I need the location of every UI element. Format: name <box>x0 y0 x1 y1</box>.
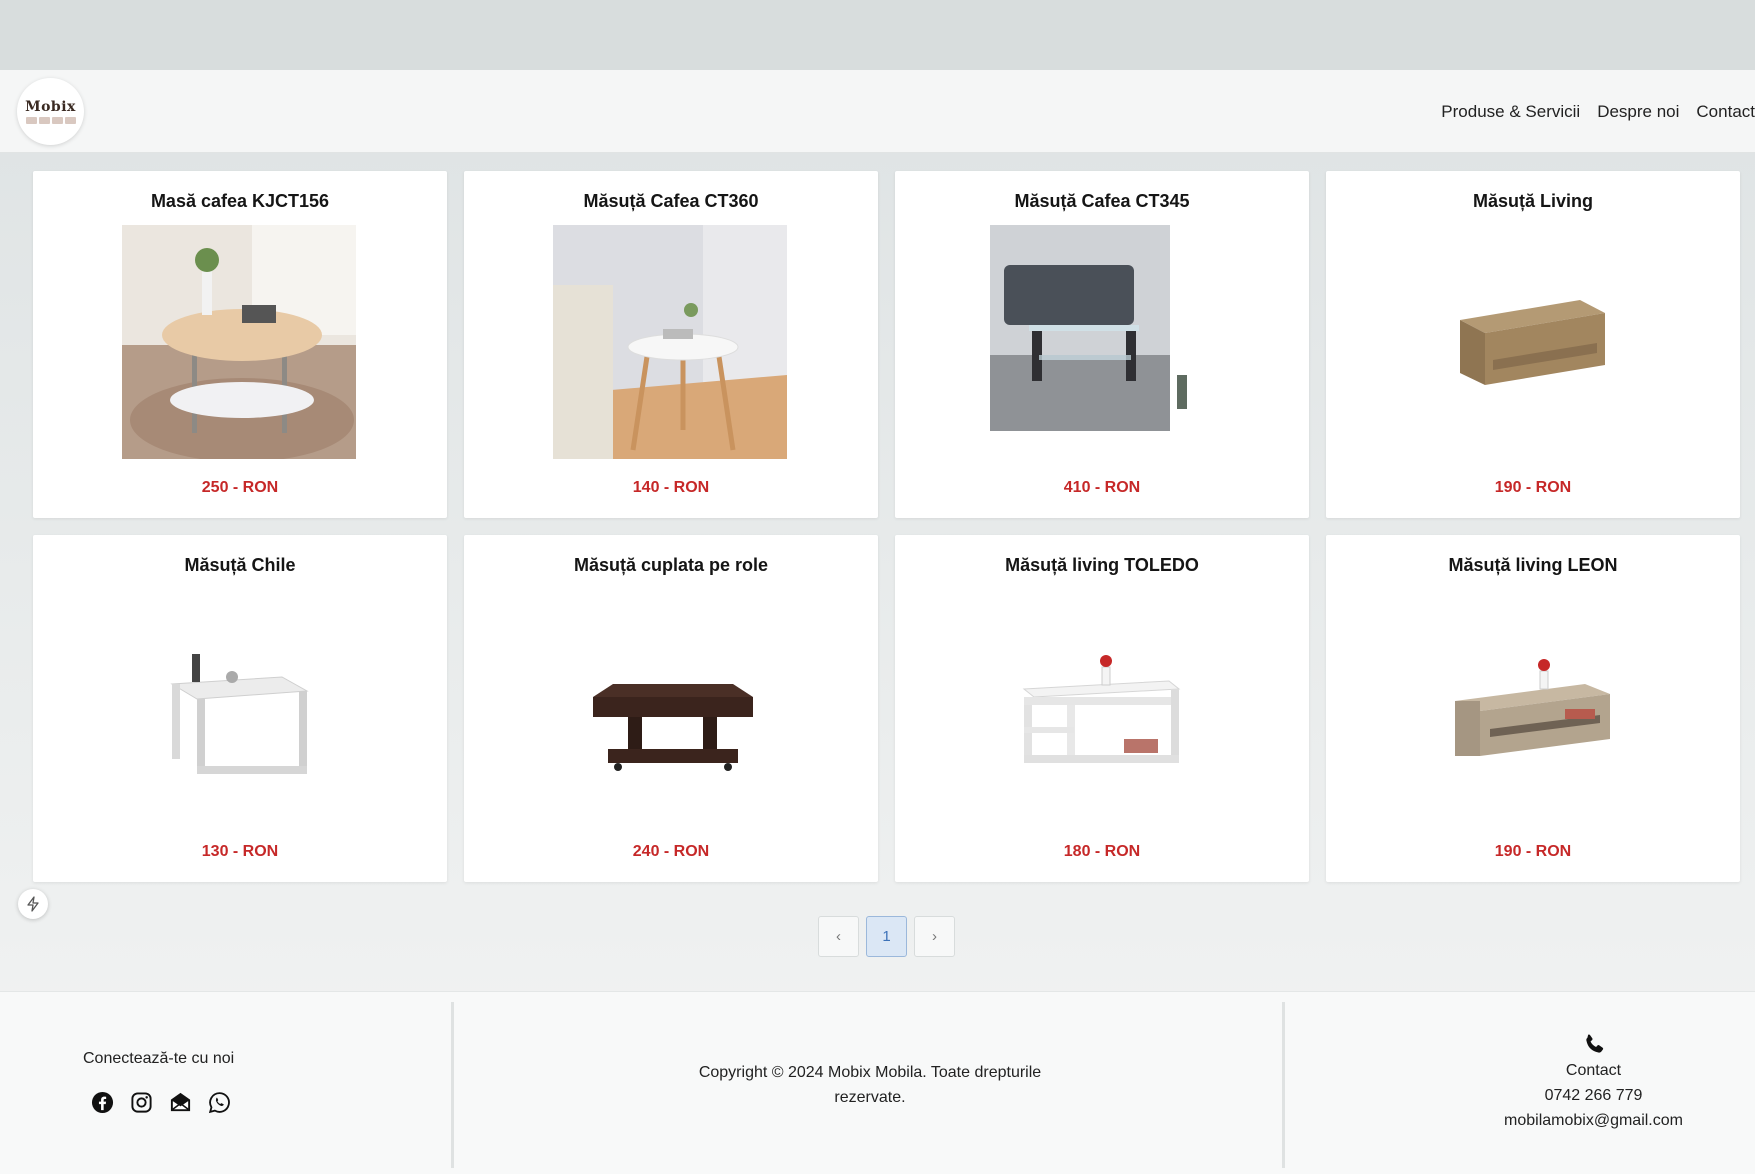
product-image[interactable] <box>984 589 1218 823</box>
product-price: 250 - RON <box>201 479 279 496</box>
whatsapp-icon[interactable] <box>208 1091 231 1114</box>
navbar: Mobix Produse & Servicii Despre noi Cont… <box>0 70 1755 153</box>
product-title: Măsuță cuplata pe role <box>573 555 769 575</box>
contact-block: Contact 0742 266 779 mobilamobix@gmail.c… <box>1445 1032 1742 1133</box>
contact-email[interactable]: mobilamobix@gmail.com <box>1445 1108 1742 1133</box>
previous-page-button[interactable]: ‹ <box>818 916 859 957</box>
product-card[interactable]: Măsuță Living 190 - RON <box>1326 171 1740 518</box>
footer: Conectează-te cu noi Copyright © 2024 Mo… <box>0 991 1755 1174</box>
product-card[interactable]: Măsuță living LEON 190 - RON <box>1326 535 1740 882</box>
product-card[interactable]: Măsuță Cafea CT360 140 - RON <box>464 171 878 518</box>
next-page-button[interactable]: › <box>914 916 955 957</box>
nav-contact[interactable]: Contact <box>1696 102 1755 122</box>
copyright-text: Copyright © 2024 Mobix Mobila. Toate dre… <box>698 1064 1042 1106</box>
connect-title: Conectează-te cu noi <box>83 1050 235 1067</box>
phone-icon <box>1585 1034 1603 1053</box>
product-image[interactable] <box>984 225 1218 459</box>
mobix-logo[interactable]: Mobix <box>17 78 84 145</box>
product-card[interactable]: Măsuță Chile 130 - RON <box>33 535 447 882</box>
page-1-button[interactable]: 1 <box>866 916 907 957</box>
product-price: 240 - RON <box>632 843 710 860</box>
product-title: Măsuță Cafea CT360 <box>583 191 759 211</box>
contact-label: Contact <box>1565 1062 1622 1079</box>
top-band <box>0 0 1755 70</box>
footer-divider <box>1282 1002 1285 1168</box>
product-card[interactable]: Măsuță cuplata pe role 240 - RON <box>464 535 878 882</box>
product-image[interactable] <box>1415 589 1649 823</box>
footer-divider <box>451 1002 454 1168</box>
product-price: 190 - RON <box>1494 479 1572 496</box>
product-price: 130 - RON <box>201 843 279 860</box>
product-card[interactable]: Masă cafea KJCT156 250 - RON <box>33 171 447 518</box>
lightning-button[interactable] <box>18 889 48 919</box>
product-title: Măsuță Chile <box>184 555 296 575</box>
lightning-icon <box>27 896 39 912</box>
facebook-icon[interactable] <box>91 1091 114 1114</box>
product-image[interactable] <box>553 225 787 459</box>
product-image[interactable] <box>553 589 787 823</box>
pagination: ‹ 1 › <box>818 916 955 957</box>
product-image[interactable] <box>122 589 356 823</box>
social-links <box>91 1091 231 1114</box>
product-title: Masă cafea KJCT156 <box>150 191 330 211</box>
product-grid: Masă cafea KJCT156 250 - RON Măsuță Cafe… <box>33 171 1740 883</box>
product-price: 180 - RON <box>1063 843 1141 860</box>
email-icon[interactable] <box>169 1091 192 1114</box>
product-image[interactable] <box>122 225 356 459</box>
instagram-icon[interactable] <box>130 1091 153 1114</box>
product-card[interactable]: Măsuță living TOLEDO 180 - RON <box>895 535 1309 882</box>
product-price: 140 - RON <box>632 479 710 496</box>
product-price: 190 - RON <box>1494 843 1572 860</box>
logo-furniture-icons <box>25 117 76 124</box>
nav-despre-noi[interactable]: Despre noi <box>1597 102 1679 122</box>
product-title: Măsuță living TOLEDO <box>1005 555 1199 575</box>
main-nav: Produse & Servicii Despre noi Contact <box>1441 102 1755 122</box>
product-card[interactable]: Măsuță Cafea CT345 410 - RON <box>895 171 1309 518</box>
product-title: Măsuță Living <box>1472 191 1593 211</box>
product-title: Măsuță Cafea CT345 <box>1014 191 1190 211</box>
product-title: Măsuță living LEON <box>1448 555 1618 575</box>
contact-phone[interactable]: 0742 266 779 <box>1445 1083 1742 1108</box>
product-image[interactable] <box>1415 225 1649 459</box>
product-price: 410 - RON <box>1063 479 1141 496</box>
nav-produse-servicii[interactable]: Produse & Servicii <box>1441 102 1580 122</box>
logo-text: Mobix <box>25 99 76 115</box>
